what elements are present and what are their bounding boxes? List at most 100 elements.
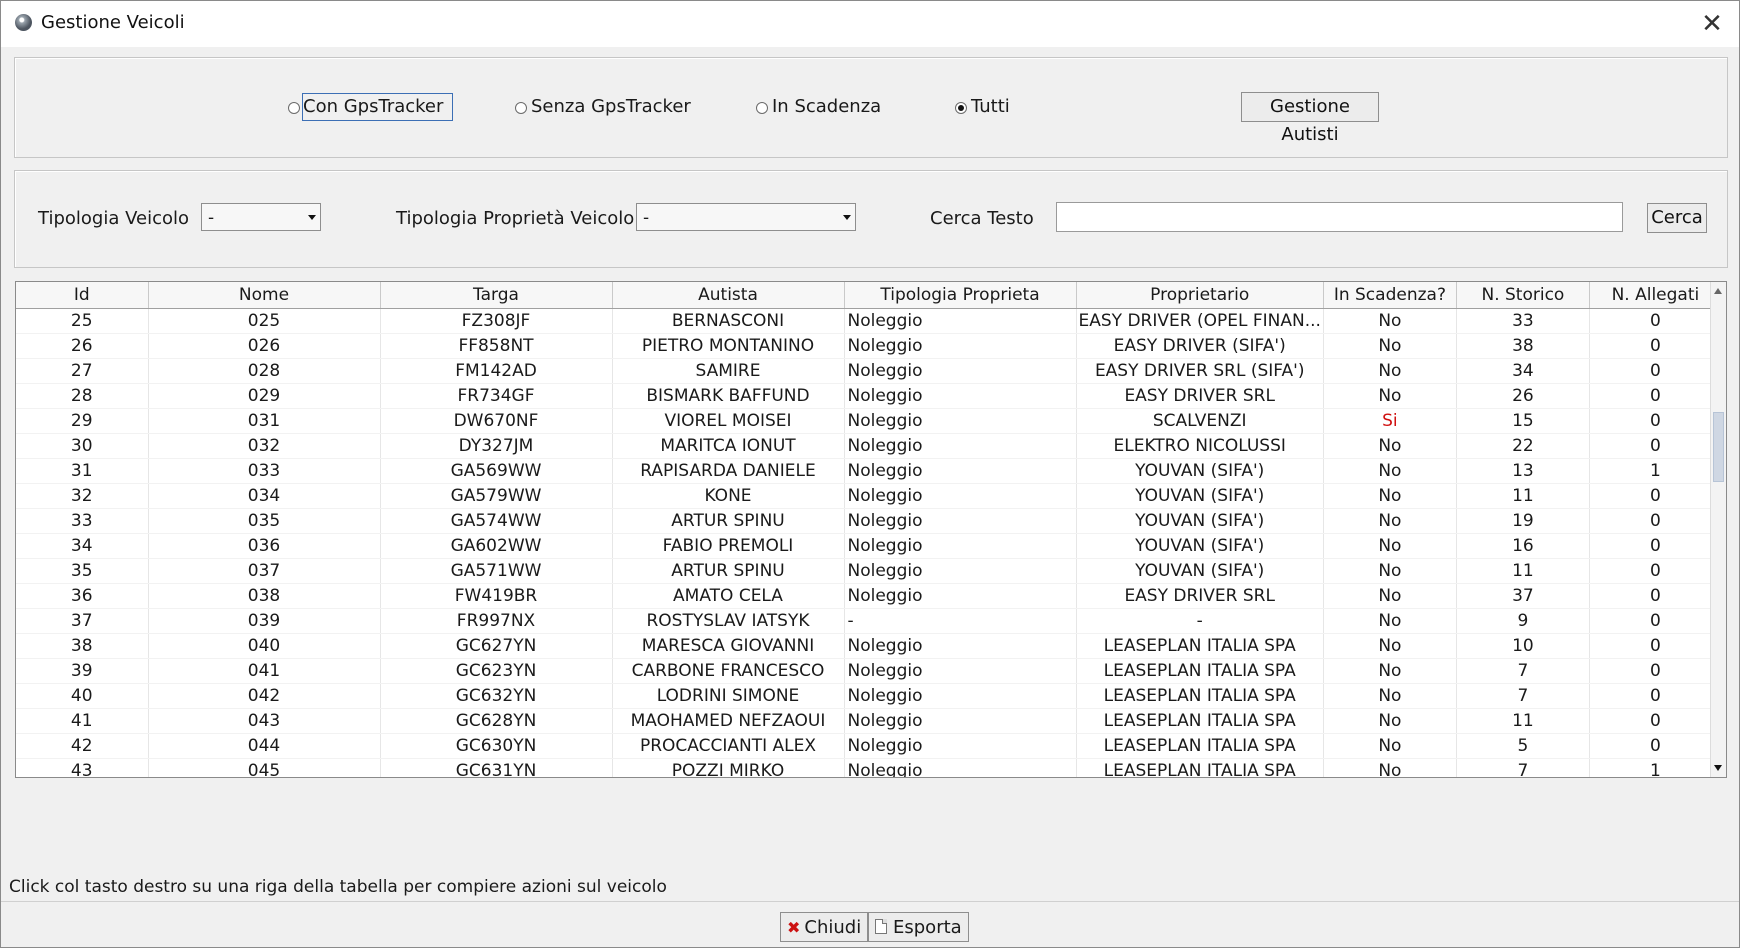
table-cell: DY327JM: [380, 433, 613, 459]
table-cell: 0: [1589, 508, 1722, 534]
table-cell: 38: [1456, 333, 1590, 359]
radio-tutti[interactable]: Tutti: [955, 94, 1035, 120]
column-header[interactable]: Targa: [380, 282, 613, 309]
table-cell: 0: [1589, 333, 1722, 359]
close-window-icon[interactable]: ✕: [1695, 7, 1729, 41]
column-header[interactable]: N. Allegati: [1589, 282, 1722, 309]
table-row[interactable]: 34 036 GA602WW FABIO PREMOLI Noleggio YOUVAN …: [16, 533, 1722, 559]
table-row[interactable]: 33 035 GA574WW ARTUR SPINU Noleggio YOUVAN (S…: [16, 508, 1722, 534]
table-row[interactable]: 43 045 GC631YN POZZI MIRKO Noleggio LEASEPLAN…: [16, 758, 1722, 777]
radio-con-gpstracker[interactable]: Con GpsTracker: [288, 93, 458, 121]
table-row[interactable]: 28 029 FR734GF BISMARK BAFFUND Noleggio EASY …: [16, 383, 1722, 409]
table-row[interactable]: 30 032 DY327JM MARITCA IONUT Noleggio ELEKTRO…: [16, 433, 1722, 459]
table-cell: Noleggio: [844, 383, 1077, 409]
window-title: Gestione Veicoli: [41, 12, 185, 33]
table-cell: Si: [1323, 408, 1457, 434]
table-cell: 0: [1589, 633, 1722, 659]
table-row[interactable]: 31 033 GA569WW RAPISARDA DANIELE Noleggio YOU…: [16, 458, 1722, 484]
table-cell: 0: [1589, 408, 1722, 434]
column-header[interactable]: Tipologia Proprieta: [844, 282, 1077, 309]
title-bar: Gestione Veicoli ✕: [1, 1, 1739, 47]
table-row[interactable]: 35 037 GA571WW ARTUR SPINU Noleggio YOUVAN (S…: [16, 558, 1722, 584]
table-row[interactable]: 42 044 GC630YN PROCACCIANTI ALEX Noleggio LEA…: [16, 733, 1722, 759]
table-cell: -: [1076, 608, 1324, 634]
table-row[interactable]: 38 040 GC627YN MARESCA GIOVANNI Noleggio LEAS…: [16, 633, 1722, 659]
table-cell: 0: [1589, 358, 1722, 384]
table-cell: 034: [148, 483, 381, 509]
table-cell: 0: [1589, 533, 1722, 559]
vehicle-type-select[interactable]: -: [201, 203, 321, 231]
table-row[interactable]: 29 031 DW670NF VIOREL MOISEI Noleggio SCALVEN…: [16, 408, 1722, 434]
table-cell: 0: [1589, 708, 1722, 734]
table-row[interactable]: 25 025 FZ308JF BERNASCONI Noleggio EASY DRIVE…: [16, 308, 1722, 334]
table-cell: 029: [148, 383, 381, 409]
table-cell: Noleggio: [844, 483, 1077, 509]
table-cell: Noleggio: [844, 733, 1077, 759]
table-cell: GC632YN: [380, 683, 613, 709]
column-header[interactable]: Id: [16, 282, 149, 309]
table-cell: No: [1323, 608, 1457, 634]
gestione-autisti-button[interactable]: Gestione Autisti: [1241, 92, 1379, 145]
search-text-input[interactable]: [1056, 202, 1623, 232]
table-cell: GC623YN: [380, 658, 613, 684]
table-cell: Noleggio: [844, 758, 1077, 777]
table-row[interactable]: 40 042 GC632YN LODRINI SIMONE Noleggio LEASEP…: [16, 683, 1722, 709]
table-row[interactable]: 27 028 FM142AD SAMIRE Noleggio EASY DRIVER SR…: [16, 358, 1722, 384]
table-row[interactable]: 37 039 FR997NX ROSTYSLAV IATSYK - - No 9 0: [16, 608, 1722, 634]
table-row[interactable]: 26 026 FF858NT PIETRO MONTANINO Noleggio EASY…: [16, 333, 1722, 359]
table-cell: 30: [16, 433, 149, 459]
table-cell: 0: [1589, 733, 1722, 759]
table-cell: 1: [1589, 758, 1722, 777]
table-cell: 42: [16, 733, 149, 759]
table-row[interactable]: 36 038 FW419BR AMATO CELA Noleggio EASY DRIVE…: [16, 583, 1722, 609]
column-header[interactable]: N. Storico: [1456, 282, 1590, 309]
table-cell: EASY DRIVER (OPEL FINAN...: [1076, 308, 1324, 334]
table-cell: 34: [1456, 358, 1590, 384]
vehicles-table: Id Nome Targa Autista Tipologia Proprieta Pro…: [16, 282, 1722, 777]
table-cell: Noleggio: [844, 433, 1077, 459]
vehicles-table-container: Id Nome Targa Autista Tipologia Proprieta Pro…: [15, 281, 1727, 778]
esporta-button[interactable]: Esporta: [868, 912, 969, 942]
table-row[interactable]: 32 034 GA579WW KONE Noleggio YOUVAN (SIFA') No…: [16, 483, 1722, 509]
ownership-type-select[interactable]: -: [636, 203, 856, 231]
table-cell: YOUVAN (SIFA'): [1076, 458, 1324, 484]
column-header[interactable]: Nome: [148, 282, 381, 309]
table-cell: YOUVAN (SIFA'): [1076, 558, 1324, 584]
table-row[interactable]: 41 043 GC628YN MAOHAMED NEFZAOUI Noleggio LEA…: [16, 708, 1722, 734]
table-cell: FW419BR: [380, 583, 613, 609]
close-x-icon: ✖: [787, 918, 801, 937]
table-vertical-scrollbar[interactable]: [1710, 282, 1726, 777]
scrollbar-thumb[interactable]: [1713, 412, 1724, 482]
table-header-row: Id Nome Targa Autista Tipologia Proprieta Pro…: [16, 282, 1722, 309]
radio-indicator: [756, 102, 768, 114]
radio-indicator-selected: [955, 102, 967, 114]
table-cell: 33: [1456, 308, 1590, 334]
column-header[interactable]: In Scadenza?: [1323, 282, 1457, 309]
table-cell: 0: [1589, 658, 1722, 684]
table-cell: 19: [1456, 508, 1590, 534]
column-header[interactable]: Autista: [612, 282, 845, 309]
table-cell: Noleggio: [844, 683, 1077, 709]
table-cell: 13: [1456, 458, 1590, 484]
column-header[interactable]: Proprietario: [1076, 282, 1324, 309]
table-cell: 29: [16, 408, 149, 434]
table-cell: LEASEPLAN ITALIA SPA: [1076, 633, 1324, 659]
table-cell: LEASEPLAN ITALIA SPA: [1076, 683, 1324, 709]
search-button[interactable]: Cerca: [1647, 203, 1707, 233]
scroll-up-arrow-icon[interactable]: [1714, 288, 1722, 294]
table-row[interactable]: 39 041 GC623YN CARBONE FRANCESCO Noleggio LEA…: [16, 658, 1722, 684]
chiudi-button[interactable]: ✖ Chiudi: [780, 912, 869, 942]
radio-in-scadenza[interactable]: In Scadenza: [756, 94, 896, 120]
scroll-down-arrow-icon[interactable]: [1714, 765, 1722, 771]
table-cell: GC630YN: [380, 733, 613, 759]
table-cell: BERNASCONI: [612, 308, 845, 334]
radio-senza-gpstracker[interactable]: Senza GpsTracker: [515, 94, 695, 120]
table-cell: 11: [1456, 558, 1590, 584]
table-cell: No: [1323, 658, 1457, 684]
gestione-veicoli-window: Gestione Veicoli ✕ Con GpsTracker Senza …: [0, 0, 1740, 948]
table-cell: No: [1323, 558, 1457, 584]
table-cell: 36: [16, 583, 149, 609]
table-cell: 15: [1456, 408, 1590, 434]
table-cell: 039: [148, 608, 381, 634]
table-cell: EASY DRIVER SRL (SIFA'): [1076, 358, 1324, 384]
